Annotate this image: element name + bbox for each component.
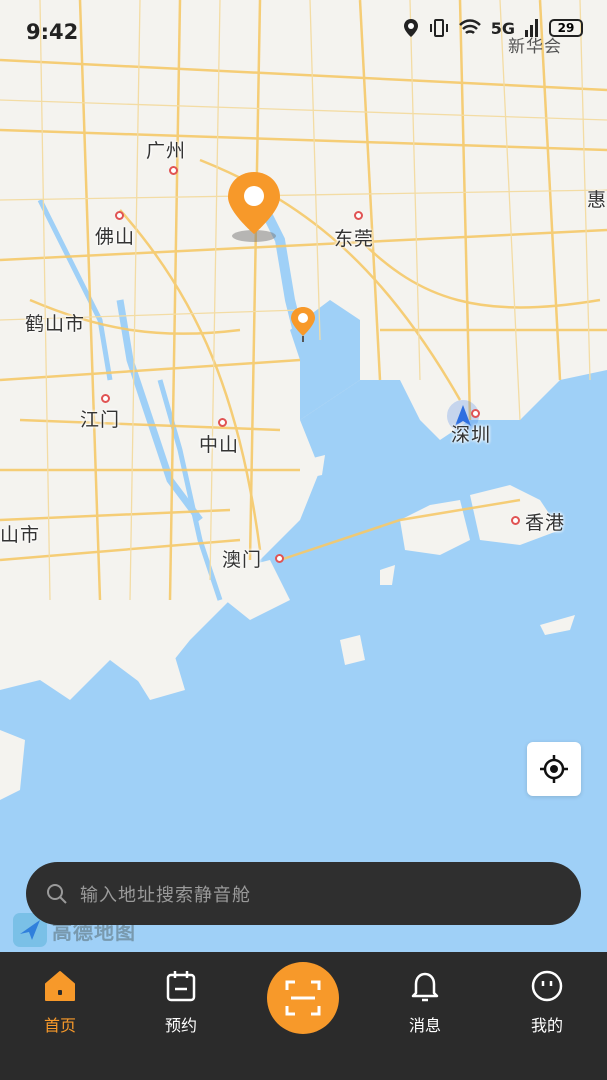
city-dot — [275, 554, 284, 563]
tab-profile[interactable]: 我的 — [507, 968, 587, 1036]
city-label-shenzhen: 深圳 — [451, 424, 492, 446]
tab-home[interactable]: 首页 — [20, 968, 100, 1036]
city-label-partial-left: 山市 — [0, 524, 41, 546]
tab-profile-label: 我的 — [530, 1016, 563, 1035]
location-status-icon — [403, 19, 418, 37]
bell-icon — [411, 972, 439, 1002]
city-dot — [115, 211, 124, 220]
search-placeholder: 输入地址搜索静音舱 — [80, 884, 251, 906]
tab-home-label: 首页 — [43, 1016, 76, 1035]
city-dot — [218, 418, 227, 427]
smiley-icon — [531, 970, 563, 1002]
city-dot — [471, 409, 480, 418]
city-label-dongguan: 东莞 — [334, 228, 375, 250]
search-icon — [47, 883, 67, 904]
carrier-overlay-text: 新华会 — [508, 37, 562, 57]
status-time: 9:42 — [26, 20, 79, 44]
status-bar: 9:42 5G 29 新华会 — [0, 0, 607, 68]
crosshair-icon — [540, 755, 568, 783]
city-dot — [169, 166, 178, 175]
scan-button[interactable] — [267, 962, 339, 1034]
tab-messages-label: 消息 — [408, 1016, 441, 1035]
city-label-foshan: 佛山 — [95, 226, 136, 248]
search-bar[interactable]: 输入地址搜索静音舱 — [26, 862, 581, 925]
city-dot — [511, 516, 520, 525]
tab-booking[interactable]: 预约 — [141, 968, 221, 1036]
home-icon — [45, 971, 75, 1001]
selected-location-marker-icon[interactable] — [226, 170, 282, 248]
tab-booking-label: 预约 — [164, 1016, 197, 1035]
map-canvas — [0, 0, 607, 952]
city-label-huizhou-partial: 惠 — [587, 189, 607, 211]
city-label-macau: 澳门 — [222, 549, 263, 571]
wifi-icon — [458, 19, 481, 34]
city-label-zhongshan: 中山 — [199, 434, 240, 456]
locate-me-button[interactable] — [527, 742, 581, 796]
city-label-guangzhou: 广州 — [146, 140, 187, 162]
scan-icon — [285, 980, 321, 1016]
city-dot — [101, 394, 110, 403]
tab-messages[interactable]: 消息 — [385, 968, 465, 1036]
calendar-icon — [166, 971, 196, 1002]
city-dot — [354, 211, 363, 220]
pod-location-marker-icon[interactable] — [290, 306, 316, 344]
city-label-heshan: 鹤山市 — [25, 313, 86, 335]
city-label-hongkong: 香港 — [525, 512, 566, 534]
city-label-jiangmen: 江门 — [80, 409, 121, 431]
vibrate-icon — [429, 19, 448, 37]
map-view[interactable]: 广州 佛山 东莞 鹤山市 江门 中山 深圳 香港 澳门 惠 山市 — [0, 0, 607, 952]
